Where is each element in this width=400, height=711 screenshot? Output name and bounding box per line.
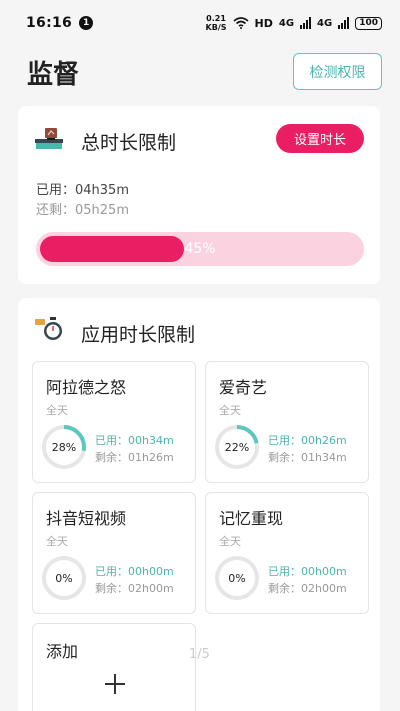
plus-icon[interactable]: [103, 672, 127, 696]
usage-percent: 22%: [224, 440, 250, 454]
app-tile[interactable]: 记忆重现 全天 0% 已用：00h00m 剩余：02h00m: [205, 492, 369, 614]
usage-percent: 0%: [228, 571, 246, 585]
app-limits-title: 应用时长限制: [81, 324, 196, 346]
signal-icon-2: [338, 17, 350, 29]
app-tile[interactable]: 阿拉德之怒 全天 28% 已用：00h34m 剩余：01h26m: [32, 361, 196, 483]
page-indicator: 1/5: [189, 647, 210, 662]
wifi-icon: [232, 17, 249, 29]
stopwatch-icon: [35, 317, 62, 340]
status-indicators: 0.21 KB/S HD 4G 4G 100: [206, 14, 382, 32]
app-used-text: 已用：00h00m: [95, 565, 174, 578]
app-name: 阿拉德之怒: [46, 378, 127, 397]
app-period: 全天: [219, 535, 241, 548]
desk-icon: [35, 128, 63, 149]
total-progress-label: 45%: [184, 241, 216, 257]
app-tile[interactable]: 抖音短视频 全天 0% 已用：00h00m 剩余：02h00m: [32, 492, 196, 614]
app-name: 记忆重现: [219, 509, 284, 528]
hd-label: HD: [254, 16, 273, 30]
notification-badge: 1: [79, 16, 94, 30]
app-period: 全天: [46, 535, 68, 548]
usage-percent: 0%: [55, 571, 73, 585]
total-used-text: 已用：04h35m: [36, 183, 129, 198]
total-remaining-text: 还剩：05h25m: [36, 203, 129, 218]
network-speed: 0.21 KB/S: [206, 14, 227, 32]
add-label: 添加: [46, 642, 79, 661]
check-permission-button[interactable]: 检测权限: [293, 53, 382, 90]
network-speed-unit: KB/S: [205, 23, 227, 32]
header: 监督 检测权限: [0, 52, 400, 92]
set-duration-button[interactable]: 设置时长: [276, 124, 364, 153]
app-used-text: 已用：00h26m: [268, 434, 347, 447]
sim1-label: 4G: [278, 17, 295, 29]
total-limit-card: 总时长限制 设置时长 已用：04h35m 还剩：05h25m 45%: [18, 106, 380, 284]
total-limit-title: 总时长限制: [81, 132, 177, 154]
app-remaining-text: 剩余：02h00m: [95, 582, 174, 595]
app-period: 全天: [219, 404, 241, 417]
battery-icon: 100: [355, 16, 382, 30]
app-name: 爱奇艺: [219, 378, 268, 397]
page-title: 监督: [27, 60, 80, 90]
app-tile[interactable]: 爱奇艺 全天 22% 已用：00h26m 剩余：01h34m: [205, 361, 369, 483]
clock: 16:16: [26, 15, 73, 31]
status-bar: 16:16 1 0.21 KB/S HD 4G 4G 100: [0, 0, 400, 46]
sim2-label: 4G: [317, 17, 333, 29]
app-used-text: 已用：00h00m: [268, 565, 347, 578]
signal-icon: [300, 17, 312, 29]
app-period: 全天: [46, 404, 68, 417]
add-app-tile[interactable]: 添加: [32, 623, 196, 711]
app-used-text: 已用：00h34m: [95, 434, 174, 447]
app-remaining-text: 剩余：02h00m: [268, 582, 347, 595]
usage-percent: 28%: [51, 440, 77, 454]
network-speed-value: 0.21: [206, 14, 226, 23]
app-name: 抖音短视频: [46, 509, 127, 528]
total-progress-bar: 45%: [36, 232, 364, 266]
app-remaining-text: 剩余：01h26m: [95, 451, 174, 464]
app-remaining-text: 剩余：01h34m: [268, 451, 347, 464]
